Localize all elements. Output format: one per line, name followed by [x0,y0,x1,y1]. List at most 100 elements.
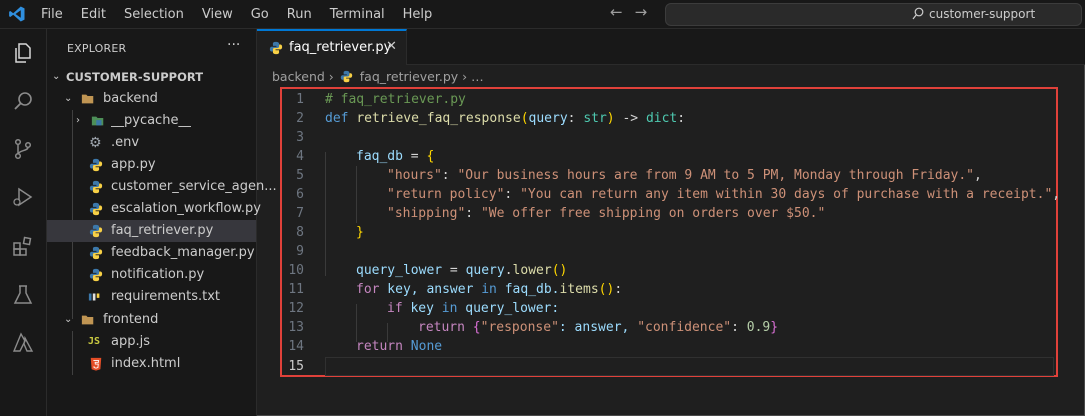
tree-item-label: frontend [103,312,159,327]
line-number: 13 [288,320,304,335]
breadcrumb-separator-icon: › [462,69,472,84]
line-number: 3 [296,130,304,145]
tree-item-customer-service-agent[interactable]: customer_service_agen... [47,176,277,198]
line-number: 2 [296,111,304,126]
line-number: 12 [288,301,304,316]
indent-guide [325,152,326,276]
more-actions-icon[interactable]: ··· [227,37,240,53]
menu-go[interactable]: Go [251,7,269,22]
explorer-icon[interactable] [11,41,35,65]
breadcrumb: backend › faq_retriever.py › … [272,69,484,84]
close-icon[interactable]: ✕ [386,39,397,54]
azure-icon[interactable] [11,331,35,355]
chevron-right-icon: › [76,115,80,126]
testing-icon[interactable] [11,283,35,307]
tree-item-feedback-manager[interactable]: feedback_manager.py [47,242,256,264]
tree-item-label: feedback_manager.py [111,245,255,260]
extensions-icon[interactable] [11,235,35,259]
python-icon [89,268,103,282]
tab-label: faq_retriever.py [289,40,392,55]
code-line: "hours": "Our business hours are from 9 … [387,168,982,183]
code-editor[interactable]: 1 # faq_retriever.py 2 def retrieve_faq_re… [280,87,1061,377]
tree-item-label: backend [103,91,158,106]
python-icon [89,224,103,238]
tree-item-frontend[interactable]: ⌄ frontend [47,309,256,331]
tree-item-label: app.js [111,334,150,349]
python-icon [89,180,103,194]
current-line-highlight [325,357,1054,376]
tree-item-index-html[interactable]: index.html [47,353,256,375]
tree-item-backend[interactable]: ⌄ backend [47,88,256,110]
tree-item-label: app.py [111,157,156,172]
tree-item-pycache[interactable]: › __pycache__ [47,110,256,132]
code-line: } [356,225,364,240]
line-number: 14 [288,339,304,354]
tree-item-label: escalation_workflow.py [111,201,261,216]
line-number: 11 [288,282,304,297]
source-control-icon[interactable] [11,137,35,161]
back-arrow-icon[interactable]: ← [610,3,623,21]
tree-item-label: faq_retriever.py [111,223,214,238]
explorer-title: EXPLORER [67,42,127,55]
code-line: query_lower = query.lower() [356,263,568,278]
chevron-down-icon: ⌄ [52,71,61,82]
line-number: 10 [288,263,304,278]
tree-item-label: notification.py [111,267,205,282]
tree-item-requirements[interactable]: requirements.txt [47,286,256,308]
search-icon [912,7,924,20]
menu-selection[interactable]: Selection [124,7,184,22]
python-icon [340,70,352,83]
menu-run[interactable]: Run [287,7,312,22]
code-line: for key, answer in faq_db.items(): [356,282,623,297]
tree-item-app-js[interactable]: JS app.js [47,331,256,353]
python-icon [269,41,283,55]
workspace-root-label: CUSTOMER-SUPPORT [66,70,204,84]
menu-bar: File Edit Selection View Go Run Terminal… [41,0,450,28]
python-icon [89,158,103,172]
code-line: return None [356,339,443,354]
line-number: 8 [296,225,304,240]
activity-bar [0,29,47,416]
folder-open-icon [81,94,94,104]
tree-item-notification[interactable]: notification.py [47,264,256,286]
search-text: customer-support [929,7,1036,21]
code-line: if key in query_lower: [387,301,560,316]
indent-guide [356,166,357,223]
run-debug-icon[interactable] [11,185,35,209]
tree-item-app-py[interactable]: app.py [47,154,256,176]
tab-faq-retriever[interactable]: faq_retriever.py ✕ [257,29,407,65]
chevron-down-icon: ⌄ [64,314,73,325]
search-icon[interactable] [11,89,35,113]
code-line: return {"response": answer, "confidence"… [418,320,779,335]
tree-item-label: index.html [111,356,181,371]
code-line: def retrieve_faq_response(query: str) ->… [325,111,686,126]
tree-item-label: __pycache__ [111,113,192,128]
menu-terminal[interactable]: Terminal [330,7,385,22]
forward-arrow-icon[interactable]: → [635,3,648,21]
gear-icon: ⚙ [89,135,102,151]
tree-item-env[interactable]: ⚙ .env [47,132,256,154]
line-number: 1 [296,92,304,107]
chevron-down-icon: ⌄ [64,93,73,104]
command-center-search[interactable]: customer-support [665,3,1082,26]
menu-edit[interactable]: Edit [81,7,106,22]
breadcrumb-folder[interactable]: backend [272,69,325,84]
explorer-sidebar: EXPLORER ··· ⌄ CUSTOMER-SUPPORT ⌄ backen… [47,29,277,416]
line-number: 7 [296,206,304,221]
tree-item-label: requirements.txt [111,289,221,304]
tree-item-faq-retriever[interactable]: faq_retriever.py [47,220,256,242]
vscode-logo-icon [9,6,25,22]
workspace-root[interactable]: ⌄ CUSTOMER-SUPPORT [47,66,256,88]
python-icon [89,202,103,216]
menu-help[interactable]: Help [403,7,433,22]
tree-item-label: .env [111,135,140,150]
breadcrumb-file[interactable]: faq_retriever.py [360,69,458,84]
breadcrumb-symbol[interactable]: … [471,69,484,84]
folder-open-icon [81,315,94,325]
code-line: "return policy": "You can return any ite… [387,187,1061,202]
tree-item-escalation-workflow[interactable]: escalation_workflow.py [47,198,261,220]
title-bar: File Edit Selection View Go Run Terminal… [0,0,1085,29]
menu-view[interactable]: View [202,7,233,22]
menu-file[interactable]: File [41,7,63,22]
line-number: 6 [296,187,304,202]
